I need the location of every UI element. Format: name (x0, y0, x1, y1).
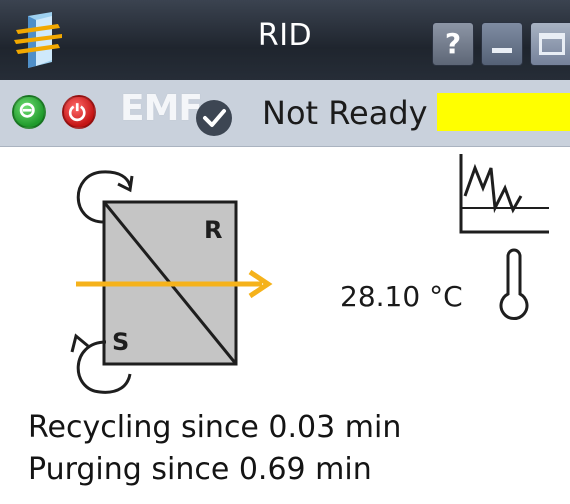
help-icon: ? (444, 27, 462, 60)
recycle-valve-diagram: R S (70, 170, 273, 394)
recycling-status: Recycling since 0.03 min (28, 410, 402, 445)
thermometer-icon (499, 248, 529, 321)
maximize-button[interactable] (530, 22, 570, 66)
maximize-icon (539, 33, 565, 55)
title-bar: RID ? (0, 0, 570, 80)
minimize-button[interactable] (481, 22, 523, 66)
temperature-unit: °C (429, 280, 463, 313)
status-toolbar: EMF Not Ready (0, 80, 570, 147)
power-off-icon (68, 103, 86, 122)
temperature-value: 28.10 (340, 280, 421, 313)
valve-label-s: S (112, 328, 129, 356)
instrument-on-button[interactable] (12, 95, 46, 129)
valve-label-r: R (204, 216, 222, 244)
instrument-off-button[interactable] (62, 95, 96, 129)
temperature-readout: 28.10 °C (340, 280, 463, 313)
status-indicator (437, 93, 570, 131)
purging-status: Purging since 0.69 min (28, 452, 372, 487)
help-button[interactable]: ? (432, 22, 474, 66)
minimize-icon (492, 48, 512, 53)
status-text: Not Ready (262, 94, 428, 132)
check-icon (196, 100, 232, 136)
emf-label: EMF (120, 88, 203, 129)
signal-plot-icon (459, 154, 549, 234)
power-on-icon (19, 102, 35, 118)
